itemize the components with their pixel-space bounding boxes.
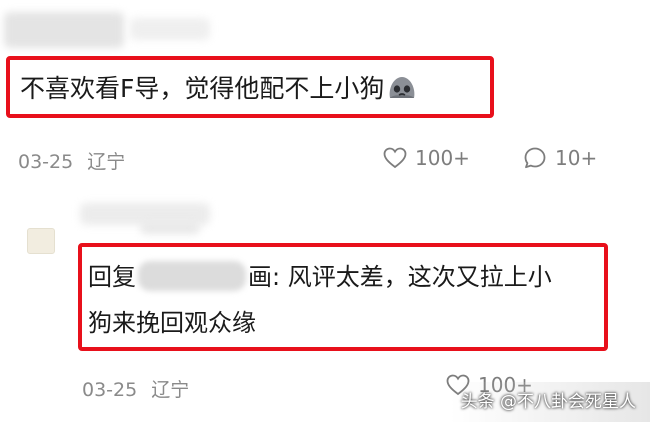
blurred-username-extra xyxy=(130,18,210,40)
reply-prefix: 回复 xyxy=(88,263,136,291)
reply-text-line2: 狗来挽回观众缘 xyxy=(88,309,256,337)
comment-text: 不喜欢看F导，觉得他配不上小狗 xyxy=(20,74,385,103)
reply-button[interactable]: 10+ xyxy=(523,146,597,170)
reply-location: 辽宁 xyxy=(151,379,190,401)
masked-username xyxy=(138,261,246,291)
comment-body: 不喜欢看F导，觉得他配不上小狗 xyxy=(20,74,418,104)
comment-date: 03-25 xyxy=(18,151,74,173)
comment-location: 辽宁 xyxy=(87,151,126,173)
reply-meta: 03-25 辽宁 xyxy=(82,375,189,402)
reply-body: 回复 画: 风评太差，这次又拉上小 狗来挽回观众缘 xyxy=(88,254,602,346)
avatar[interactable] xyxy=(27,228,55,254)
like-count: 100+ xyxy=(415,146,470,170)
comment-meta: 03-25 辽宁 xyxy=(18,147,125,174)
reply-count: 10+ xyxy=(555,146,598,170)
blurred-username xyxy=(4,12,124,48)
blurred-reply-username-extra xyxy=(140,222,200,234)
like-button[interactable]: 100+ xyxy=(383,146,470,170)
reply-date: 03-25 xyxy=(82,379,138,401)
heart-icon xyxy=(383,147,407,169)
comment-bubble-icon xyxy=(524,147,546,169)
reply-line-1: 回复 画: 风评太差，这次又拉上小 xyxy=(88,254,602,300)
reply-name-suffix: 画 xyxy=(248,263,272,291)
reply-text-line1: : 风评太差，这次又拉上小 xyxy=(272,263,552,291)
skull-face-emoji-icon xyxy=(390,77,415,98)
watermark: 头条 @不八卦会死星人 xyxy=(460,392,636,412)
